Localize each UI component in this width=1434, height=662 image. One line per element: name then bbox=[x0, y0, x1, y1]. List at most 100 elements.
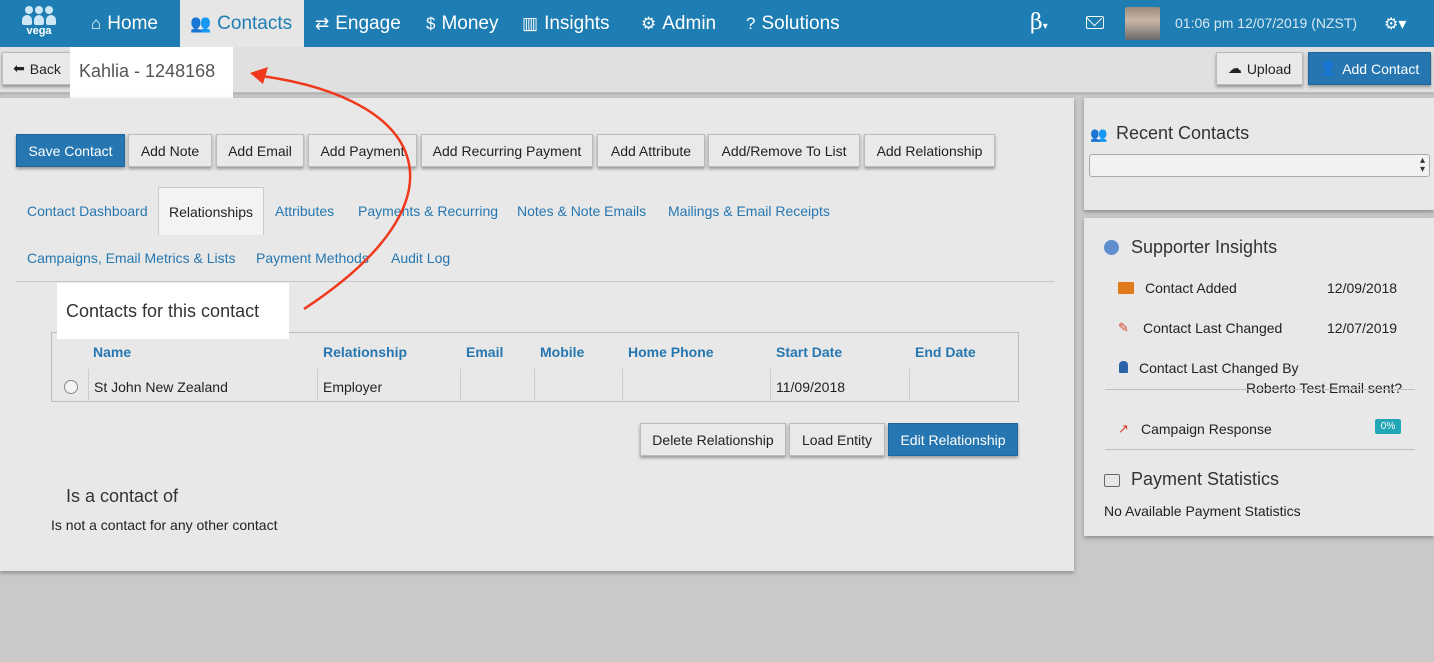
tab-payments-recurring[interactable]: Payments & Recurring bbox=[358, 203, 498, 219]
user-avatar[interactable] bbox=[1125, 7, 1160, 40]
column-separator bbox=[88, 369, 89, 402]
nav-contacts-label: Contacts bbox=[217, 12, 293, 34]
col-end-date[interactable]: End Date bbox=[915, 344, 976, 360]
col-home-phone[interactable]: Home Phone bbox=[628, 344, 714, 360]
contacts-section-title: Contacts for this contact bbox=[66, 301, 260, 321]
add-relationship-button[interactable]: Add Relationship bbox=[864, 134, 995, 167]
top-navbar: vega ⌂ Home 👥 Contacts ⇄ Engage $ Money ▥ Ins… bbox=[0, 0, 1434, 47]
edit-relationship-button[interactable]: Edit Relationship bbox=[888, 423, 1018, 456]
campaign-response-label: Campaign Response bbox=[1141, 421, 1272, 437]
contact-of-empty: Is not a contact for any other contact bbox=[51, 517, 278, 533]
nav-solutions[interactable]: ? Solutions bbox=[736, 0, 850, 47]
arrow-left-circle-icon: ⬅ bbox=[13, 60, 25, 76]
add-contact-button[interactable]: 👤 Add Contact bbox=[1308, 52, 1431, 85]
relationships-table: Name Relationship Email Mobile Home Phon… bbox=[51, 332, 1019, 402]
nav-contacts[interactable]: 👥 Contacts bbox=[180, 0, 304, 47]
col-relationship[interactable]: Relationship bbox=[323, 344, 407, 360]
tab-payment-methods[interactable]: Payment Methods bbox=[256, 250, 369, 266]
add-contact-label: Add Contact bbox=[1342, 60, 1420, 77]
vega-logo[interactable]: vega bbox=[20, 6, 58, 42]
tab-notes-emails[interactable]: Notes & Note Emails bbox=[517, 203, 646, 219]
mail-icon[interactable] bbox=[1086, 16, 1104, 29]
id-card-icon bbox=[1118, 282, 1134, 294]
cell-start-date: 11/09/2018 bbox=[776, 379, 846, 395]
select-arrows-icon: ▴ ▾ bbox=[1419, 155, 1425, 175]
col-mobile[interactable]: Mobile bbox=[540, 344, 584, 360]
add-email-button[interactable]: Add Email bbox=[216, 134, 304, 167]
save-contact-button[interactable]: Save Contact bbox=[16, 134, 125, 167]
contact-added-value: 12/09/2018 bbox=[1327, 280, 1398, 296]
nav-insights[interactable]: ▥ Insights bbox=[512, 0, 620, 47]
column-separator bbox=[909, 369, 910, 402]
delete-relationship-button[interactable]: Delete Relationship bbox=[640, 423, 786, 456]
campaign-response-badge: 0% bbox=[1375, 419, 1401, 434]
contact-added-label: Contact Added bbox=[1145, 280, 1237, 296]
nav-home-label: Home bbox=[107, 12, 158, 34]
column-separator bbox=[460, 369, 461, 402]
col-name[interactable]: Name bbox=[93, 344, 131, 360]
nav-home[interactable]: ⌂ Home bbox=[81, 0, 168, 47]
last-changed-label: Contact Last Changed bbox=[1143, 320, 1283, 336]
column-separator bbox=[622, 369, 623, 402]
recent-contacts-title: Recent Contacts bbox=[1116, 123, 1250, 143]
upload-button[interactable]: ☁ Upload bbox=[1216, 52, 1303, 85]
last-changed-by-value: Roberto Test Email sent? bbox=[1246, 380, 1403, 396]
line-chart-icon: ↗ bbox=[1118, 421, 1129, 436]
logo-text: vega bbox=[26, 25, 52, 37]
tab-relationships[interactable]: Relationships bbox=[158, 187, 265, 235]
last-changed-value: 12/07/2019 bbox=[1327, 320, 1398, 336]
settings-icon[interactable]: ⚙▾ bbox=[1384, 14, 1406, 34]
add-recurring-payment-button[interactable]: Add Recurring Payment bbox=[421, 134, 593, 167]
caret-down-icon: ▾ bbox=[1042, 21, 1048, 32]
row-select-radio[interactable] bbox=[64, 380, 78, 394]
nav-insights-label: Insights bbox=[544, 12, 610, 34]
nav-money[interactable]: $ Money bbox=[416, 0, 509, 47]
section-title-highlight: Contacts for this contact bbox=[57, 283, 289, 339]
contact-of-title: Is a contact of bbox=[66, 486, 179, 506]
back-button[interactable]: ⬅ Back bbox=[2, 52, 72, 85]
column-separator bbox=[317, 369, 318, 402]
insights-divider bbox=[1105, 449, 1415, 450]
cloud-upload-icon: ☁ bbox=[1227, 60, 1242, 76]
add-payment-button[interactable]: Add Payment bbox=[308, 134, 417, 167]
tab-audit-log[interactable]: Audit Log bbox=[391, 250, 450, 266]
add-note-button[interactable]: Add Note bbox=[128, 134, 212, 167]
cell-relationship: Employer bbox=[323, 379, 383, 395]
add-remove-list-button[interactable]: Add/Remove To List bbox=[708, 134, 860, 167]
user-circle-icon bbox=[1104, 240, 1119, 255]
payment-statistics-title: Payment Statistics bbox=[1131, 469, 1280, 489]
col-email[interactable]: Email bbox=[466, 344, 503, 360]
back-label: Back bbox=[29, 60, 61, 77]
cell-name: St John New Zealand bbox=[94, 379, 228, 395]
supporter-insights-title: Supporter Insights bbox=[1131, 237, 1278, 257]
bar-chart-icon: ▥ bbox=[522, 13, 539, 33]
insights-divider bbox=[1105, 389, 1415, 390]
tab-mailings-receipts[interactable]: Mailings & Email Receipts bbox=[668, 203, 830, 219]
nav-money-label: Money bbox=[441, 12, 499, 34]
last-changed-by-label: Contact Last Changed By bbox=[1139, 360, 1299, 376]
exchange-icon: ⇄ bbox=[315, 13, 330, 33]
recent-contacts-select[interactable]: ▴ ▾ bbox=[1089, 154, 1430, 177]
col-start-date[interactable]: Start Date bbox=[776, 344, 842, 360]
add-attribute-button[interactable]: Add Attribute bbox=[597, 134, 705, 167]
question-circle-icon: ? bbox=[746, 13, 756, 33]
upload-label: Upload bbox=[1246, 60, 1292, 77]
nav-engage[interactable]: ⇄ Engage bbox=[305, 0, 411, 47]
tabs-divider bbox=[16, 281, 1054, 282]
users-icon: 👥 bbox=[190, 13, 212, 33]
cogs-icon: ⚙ bbox=[641, 13, 657, 33]
tab-campaigns-metrics-lists[interactable]: Campaigns, Email Metrics & Lists bbox=[27, 250, 236, 266]
column-separator bbox=[770, 369, 771, 402]
beta-menu[interactable]: β▾ bbox=[1030, 10, 1048, 35]
nav-engage-label: Engage bbox=[335, 12, 401, 34]
load-entity-button[interactable]: Load Entity bbox=[789, 423, 885, 456]
nav-admin[interactable]: ⚙ Admin bbox=[631, 0, 726, 47]
tab-contact-dashboard[interactable]: Contact Dashboard bbox=[27, 203, 148, 219]
credit-card-icon bbox=[1104, 474, 1120, 487]
tab-attributes[interactable]: Attributes bbox=[275, 203, 334, 219]
edit-icon: ✎ bbox=[1118, 320, 1129, 335]
user-icon bbox=[1119, 361, 1128, 373]
payment-statistics-empty: No Available Payment Statistics bbox=[1104, 503, 1301, 519]
column-separator bbox=[534, 369, 535, 402]
home-icon: ⌂ bbox=[91, 13, 102, 33]
